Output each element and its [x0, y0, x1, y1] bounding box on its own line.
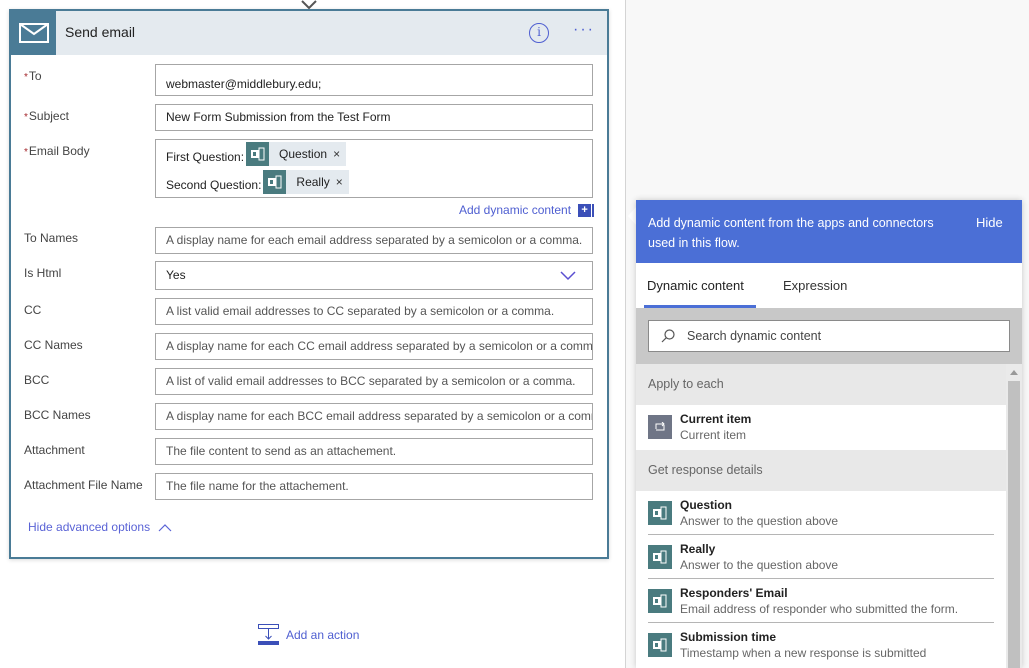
attachment-label: Attachment [24, 443, 85, 457]
to-label: *To [24, 69, 42, 83]
bcc-names-field[interactable]: A display name for each BCC email addres… [155, 403, 593, 430]
panel-scrollbar[interactable] [1006, 364, 1022, 668]
forms-icon [648, 501, 672, 525]
remove-token-icon[interactable]: × [336, 175, 349, 189]
dynamic-token-question[interactable]: Question × [246, 142, 347, 166]
loop-icon [648, 415, 672, 439]
subject-field[interactable]: New Form Submission from the Test Form [155, 104, 593, 131]
attachment-field[interactable]: The file content to send as an attacheme… [155, 438, 593, 465]
bcc-label: BCC [24, 373, 50, 387]
dynamic-content-list: Apply to each Current item Current item … [636, 364, 1006, 668]
bcc-field[interactable]: A list of valid email addresses to BCC s… [155, 368, 593, 395]
hide-panel-button[interactable]: Hide [976, 215, 1003, 230]
attachment-file-name-field[interactable]: The file name for the attachement. [155, 473, 593, 500]
search-dynamic-content-input[interactable]: Search dynamic content [648, 320, 1010, 352]
is-html-select[interactable]: Yes [155, 261, 593, 290]
add-action-icon [258, 624, 279, 645]
group-header-get-response-details: Get response details [636, 450, 1006, 491]
panel-tabs: Dynamic content Expression [636, 263, 1022, 308]
info-icon[interactable]: i [529, 23, 549, 43]
card-header[interactable]: Send email i ··· [11, 11, 607, 55]
scroll-up-arrow-icon[interactable] [1010, 370, 1018, 375]
chevron-down-icon [560, 271, 576, 281]
add-action-button[interactable]: Add an action [258, 624, 359, 645]
attachment-file-name-label: Attachment File Name [24, 478, 143, 492]
body-line: Second Question: Really × [166, 170, 349, 194]
cc-names-label: CC Names [24, 338, 83, 352]
bcc-names-label: BCC Names [24, 408, 91, 422]
dynamic-item-submission-time[interactable]: Submission time Timestamp when a new res… [636, 623, 1006, 667]
add-dynamic-content-button[interactable]: Add dynamic content + [459, 203, 595, 217]
is-html-label: Is Html [24, 266, 62, 280]
remove-token-icon[interactable]: × [333, 147, 346, 161]
plus-icon: + [578, 203, 592, 217]
dynamic-item-question[interactable]: Question Answer to the question above [636, 491, 1006, 535]
tab-dynamic-content[interactable]: Dynamic content [647, 278, 744, 293]
more-options-icon[interactable]: ··· [573, 21, 595, 39]
forms-icon [648, 633, 672, 657]
dynamic-content-panel: Add dynamic content from the apps and co… [636, 200, 1022, 668]
send-email-card: Send email i ··· *To webmaster@middlebur… [9, 9, 609, 559]
forms-icon [648, 545, 672, 569]
forms-icon [263, 170, 287, 194]
hide-advanced-options-link[interactable]: Hide advanced options [28, 520, 172, 534]
to-names-label: To Names [24, 231, 79, 245]
search-area: Search dynamic content [636, 308, 1022, 364]
cc-names-field[interactable]: A display name for each CC email address… [155, 333, 593, 360]
email-body-field[interactable]: First Question: Question × Second Questi… [155, 139, 593, 198]
panel-header-text: Add dynamic content from the apps and co… [648, 216, 934, 250]
group-header-apply-to-each: Apply to each [636, 364, 1006, 405]
subject-label: *Subject [24, 109, 69, 123]
panel-header: Add dynamic content from the apps and co… [636, 200, 1022, 263]
dynamic-token-really[interactable]: Really × [263, 170, 349, 194]
to-names-field[interactable]: A display name for each email address se… [155, 227, 593, 254]
body-line: First Question: Question × [166, 142, 347, 166]
canvas-divider [625, 0, 626, 668]
scrollbar-thumb[interactable] [1008, 381, 1020, 668]
email-body-label: *Email Body [24, 144, 90, 158]
card-title: Send email [65, 24, 136, 40]
forms-icon [246, 142, 270, 166]
search-icon [661, 329, 675, 343]
cc-field[interactable]: A list valid email addresses to CC separ… [155, 298, 593, 325]
cc-label: CC [24, 303, 42, 317]
chevron-up-icon [158, 523, 172, 531]
plus-icon-bar [592, 203, 595, 217]
mail-icon [11, 11, 56, 55]
dynamic-item-responders-email[interactable]: Responders' Email Email address of respo… [636, 579, 1006, 623]
dynamic-item-really[interactable]: Really Answer to the question above [636, 535, 1006, 579]
dynamic-item-current-item[interactable]: Current item Current item [636, 405, 1006, 450]
to-field[interactable]: webmaster@middlebury.edu; [155, 64, 593, 96]
tab-expression[interactable]: Expression [783, 278, 847, 293]
forms-icon [648, 589, 672, 613]
